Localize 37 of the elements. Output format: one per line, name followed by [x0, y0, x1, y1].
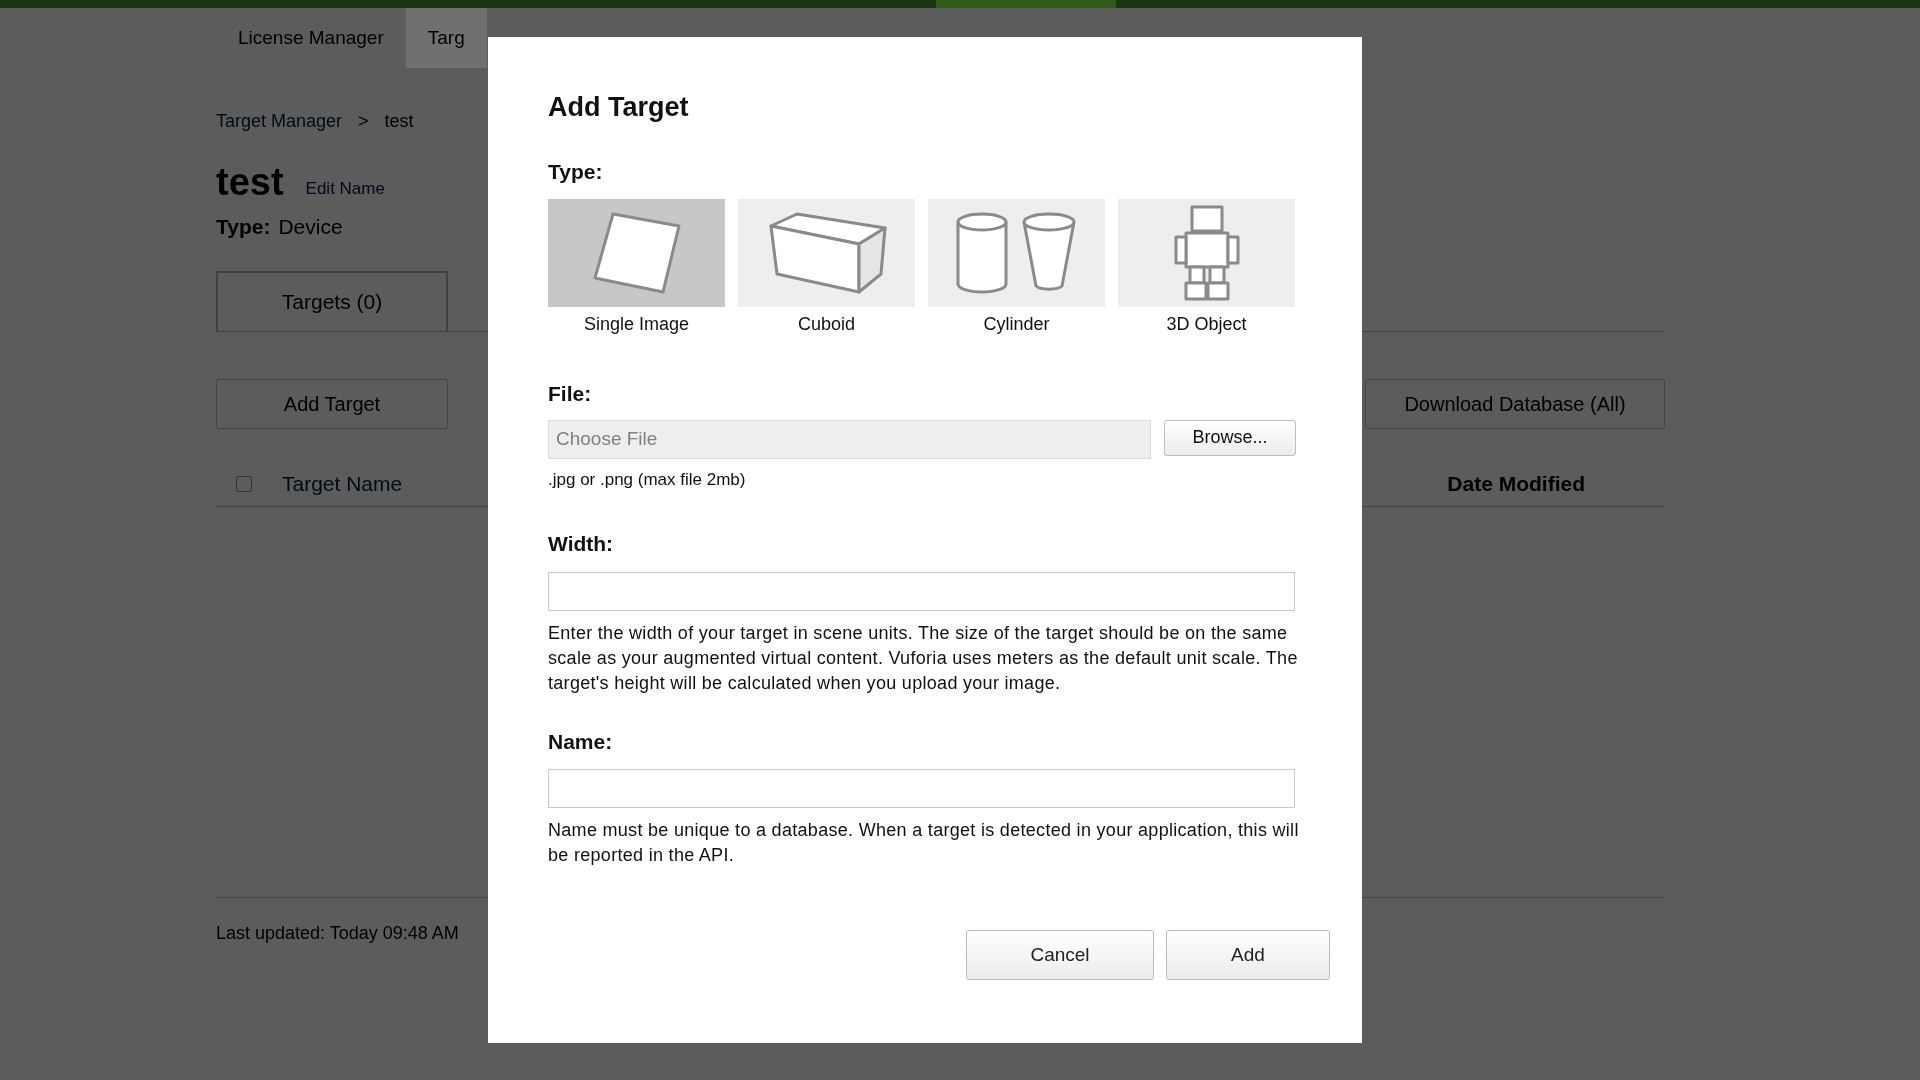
last-updated-text: Last updated: Today 09:48 AM: [216, 922, 459, 943]
width-field[interactable]: [548, 571, 1295, 611]
dialog-button[interactable]: Add: [1166, 930, 1330, 980]
action-button[interactable]: Download Database (All): [1365, 378, 1665, 429]
nav-tab[interactable]: Targ: [405, 8, 487, 68]
database-title: test: [216, 163, 284, 201]
breadcrumb-link[interactable]: Target Manager: [216, 108, 343, 135]
file-label: File:: [548, 381, 593, 407]
dialog-title: Add Target: [548, 91, 690, 124]
name-field[interactable]: [548, 769, 1295, 808]
column-header: Target Name: [282, 471, 403, 498]
action-button[interactable]: Add Target: [216, 378, 448, 429]
target-type-label: Cylinder: [983, 313, 1050, 336]
column-header: Date Modified: [1447, 471, 1585, 498]
dialog-button[interactable]: Cancel: [966, 930, 1154, 980]
select-all-checkbox[interactable]: [236, 476, 252, 492]
type-label: Type:: [216, 214, 271, 240]
target-type-option[interactable]: [928, 199, 1105, 307]
file-field[interactable]: Choose File: [548, 419, 1151, 459]
breadcrumb-separator: >: [358, 110, 369, 133]
width-label: Width:: [548, 531, 615, 557]
file-hint: .jpg or .png (max file 2mb): [548, 468, 747, 491]
breadcrumb-current: test: [384, 110, 414, 133]
section-tab[interactable]: Targets (0): [216, 270, 448, 331]
target-type-option[interactable]: [548, 199, 725, 307]
name-label: Name:: [548, 728, 614, 755]
target-type-label: Single Image: [583, 313, 690, 336]
edit-name-link[interactable]: Edit Name: [305, 175, 385, 201]
target-type-label: 3D Object: [1166, 313, 1247, 336]
target-type-option[interactable]: [1118, 199, 1295, 307]
name-help-text: Name must be unique to a database. When a target is detected in your application, this will be reported in the API.: [548, 819, 1300, 867]
type-value: Device: [278, 214, 343, 240]
width-help-text: Enter the width of your target in scene units. The size of the target should be on the same scale as your augmented virtual content. Vuforia uses meters as the default unit scale. The target's height will be calculated when you upload your image.: [548, 621, 1299, 695]
type-label: Type:: [548, 158, 604, 185]
target-type-label: Cuboid: [797, 313, 855, 336]
target-type-option[interactable]: [738, 199, 915, 307]
browse-button[interactable]: Browse...: [1164, 419, 1296, 456]
